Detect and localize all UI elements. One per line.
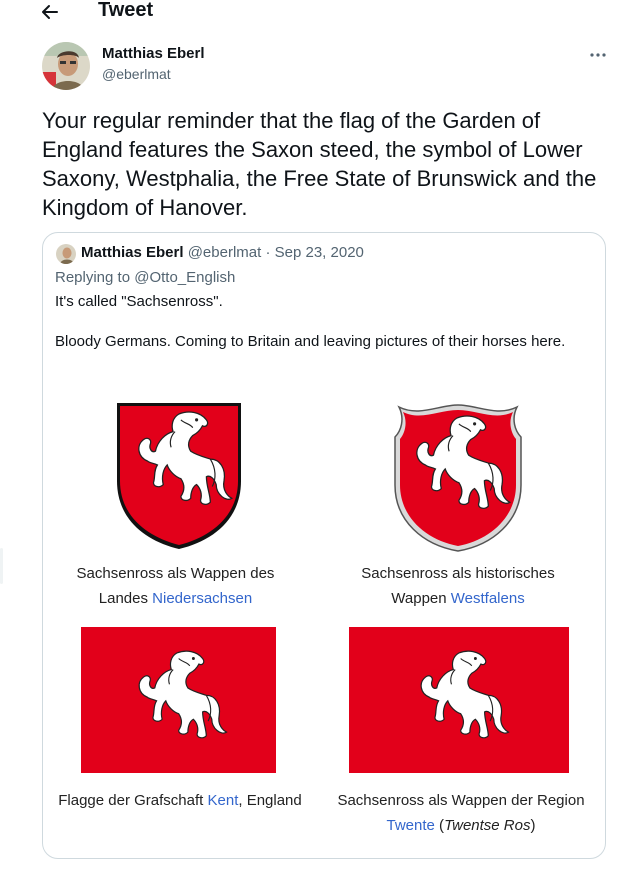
link-westfalens[interactable]: Westfalens [451, 590, 525, 607]
author-name[interactable]: Matthias Eberl [102, 45, 205, 62]
flag-of-twente [349, 627, 569, 773]
back-arrow-icon[interactable] [38, 0, 68, 26]
caption-1-text: Landes [98, 590, 153, 607]
link-kent[interactable]: Kent [208, 792, 239, 809]
author-handle[interactable]: @eberlmat [102, 66, 171, 82]
coat-of-arms-lower-saxony [113, 401, 245, 551]
link-niedersachsen[interactable]: Niedersachsen [152, 590, 252, 607]
caption-4-close: ) [530, 817, 536, 834]
caption-2-text: Wappen [391, 590, 451, 607]
page-title: Tweet [98, 0, 154, 21]
quote-author-name[interactable]: Matthias Eberl [81, 244, 184, 261]
caption-kent: Flagge der Grafschaft Kent, England [45, 788, 315, 813]
quote-text-line1: It's called "Sachsenross". [55, 293, 223, 310]
quote-handle: @eberlmat [187, 244, 262, 261]
quote-text-line2: Bloody Germans. Coming to Britain and le… [55, 333, 566, 350]
caption-4-line2: Twente (Twentse Ros) [321, 813, 601, 838]
coat-of-arms-westphalia [389, 403, 527, 553]
scroll-indicator [0, 548, 3, 584]
quote-tweet-card[interactable]: Matthias Eberl @eberlmat · Sep 23, 2020 … [42, 232, 606, 859]
top-bar: Tweet [0, 0, 623, 28]
replying-to: Replying to @Otto_English [55, 269, 236, 286]
quote-header: Matthias Eberl @eberlmat · Sep 23, 2020 [81, 244, 364, 261]
caption-3-text: Flagge der Grafschaft [58, 792, 208, 809]
avatar[interactable] [42, 42, 90, 90]
caption-westphalia: Sachsenross als historisches Wappen West… [338, 561, 578, 611]
caption-1-line2: Landes Niedersachsen [63, 586, 288, 611]
caption-lower-saxony: Sachsenross als Wappen des Landes Nieder… [63, 561, 288, 611]
caption-2-line2: Wappen Westfalens [338, 586, 578, 611]
caption-3-line1: Flagge der Grafschaft Kent, England [45, 788, 315, 813]
tweet-text: Your regular reminder that the flag of t… [42, 108, 597, 220]
more-dots-icon[interactable] [586, 46, 610, 64]
quote-avatar [56, 244, 76, 264]
caption-4-line1: Sachsenross als Wappen der Region [337, 792, 585, 809]
caption-1-line1: Sachsenross als Wappen des [76, 565, 275, 582]
flag-of-kent [81, 627, 276, 773]
caption-twente: Sachsenross als Wappen der Region Twente… [321, 788, 601, 838]
caption-3-suffix: , England [238, 792, 302, 809]
quote-date: Sep 23, 2020 [274, 244, 364, 261]
quote-separator: · [265, 244, 271, 261]
caption-4-open: ( [434, 817, 445, 834]
caption-4-italic: Twentse Ros [444, 817, 531, 834]
link-twente[interactable]: Twente [387, 817, 435, 834]
caption-2-line1: Sachsenross als historisches [361, 565, 555, 582]
